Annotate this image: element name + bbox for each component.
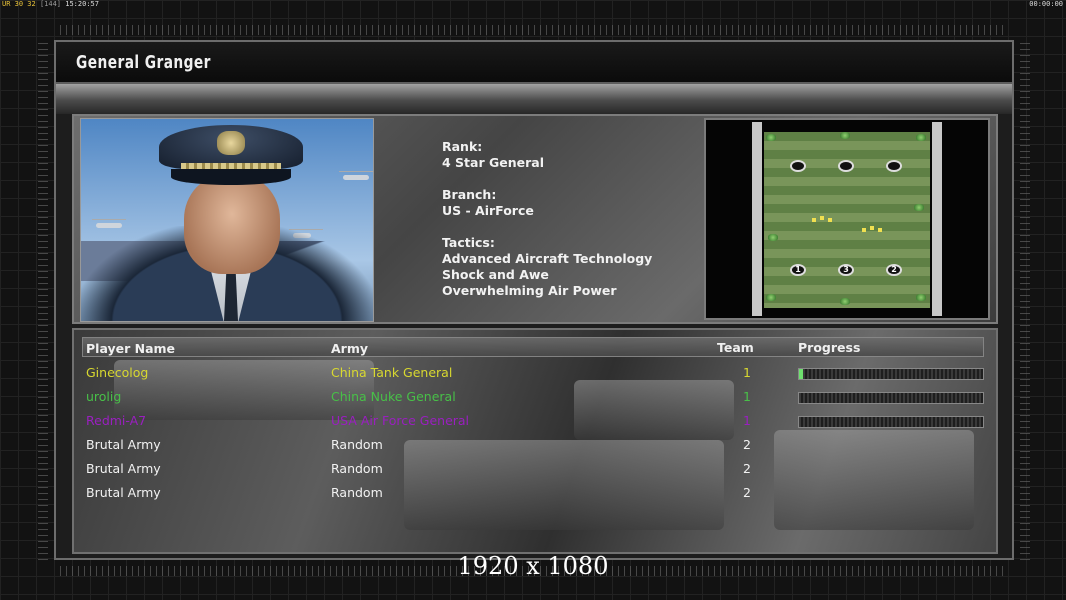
tree-icon (768, 234, 778, 241)
start-position-slot[interactable]: 3 (838, 264, 854, 276)
general-portrait (80, 118, 374, 322)
player-team: 2 (743, 485, 751, 500)
game-timer: 00:00:00 (1029, 0, 1063, 8)
loading-progress-bar (798, 392, 984, 404)
player-name: Brutal Army (86, 437, 161, 452)
player-army: China Tank General (331, 365, 453, 380)
fps-counter: UR 30 32 [144] 15:20:57 (2, 0, 99, 8)
player-team: 2 (743, 461, 751, 476)
tactic-item: Advanced Aircraft Technology (442, 251, 653, 266)
player-team: 1 (743, 413, 751, 428)
player-army: USA Air Force General (331, 413, 470, 428)
start-position-slot[interactable] (790, 160, 806, 172)
branch-label: Branch: (442, 187, 497, 202)
player-row: Ginecolog China Tank General 1 (0, 362, 1066, 384)
start-position-slot[interactable] (838, 160, 854, 172)
tree-icon (840, 298, 850, 305)
player-row: Brutal Army Random 2 (0, 482, 1066, 504)
tree-icon (914, 204, 924, 211)
supply-marker (870, 226, 874, 230)
loading-progress-bar (798, 416, 984, 428)
player-row: Brutal Army Random 2 (0, 434, 1066, 456)
start-position-slot[interactable]: 1 (790, 264, 806, 276)
player-army: China Nuke General (331, 389, 456, 404)
header-player-name: Player Name (86, 341, 176, 356)
rank-value: 4 Star General (442, 155, 544, 170)
general-name: General Granger (76, 52, 211, 73)
header-team: Team (717, 340, 754, 355)
top-ruler (60, 25, 1006, 35)
header-progress: Progress (798, 340, 861, 355)
helicopter-icon (339, 171, 373, 180)
tactics-label: Tactics: (442, 235, 495, 250)
status-overlay: UR 30 32 [144] 15:20:57 00:00:00 (0, 0, 1066, 10)
player-team: 1 (743, 365, 751, 380)
player-army: Random (331, 437, 383, 452)
minimap: 1 3 2 (752, 122, 942, 316)
header-army: Army (331, 341, 369, 356)
player-name: Ginecolog (86, 365, 149, 380)
tree-icon (766, 134, 776, 141)
rank-label: Rank: (442, 139, 483, 154)
progress-fill (799, 369, 803, 379)
player-name: Brutal Army (86, 461, 161, 476)
player-army: Random (331, 461, 383, 476)
player-row: Redmi-A7 USA Air Force General 1 (0, 410, 1066, 432)
tactic-item: Shock and Awe (442, 267, 549, 282)
resolution-watermark: 1920 x 1080 (457, 552, 609, 580)
player-team: 2 (743, 437, 751, 452)
supply-marker (812, 218, 816, 222)
general-details: Rank: 4 Star General Branch: US - AirFor… (442, 139, 652, 299)
officer-cap (151, 125, 311, 191)
tree-icon (916, 134, 926, 141)
supply-marker (820, 216, 824, 220)
branch-value: US - AirForce (442, 203, 534, 218)
decorative-band (56, 84, 1012, 114)
player-row: urolig China Nuke General 1 (0, 386, 1066, 408)
player-row: Brutal Army Random 2 (0, 458, 1066, 480)
supply-marker (862, 228, 866, 232)
tree-icon (766, 294, 776, 301)
player-team: 1 (743, 389, 751, 404)
loading-progress-bar (798, 368, 984, 380)
player-name: Brutal Army (86, 485, 161, 500)
map-terrain: 1 3 2 (764, 132, 930, 308)
start-position-slot[interactable]: 2 (886, 264, 902, 276)
player-name: urolig (86, 389, 122, 404)
title-bar: General Granger (56, 42, 1012, 84)
supply-marker (878, 228, 882, 232)
player-army: Random (331, 485, 383, 500)
tree-icon (840, 132, 850, 139)
tactic-item: Overwhelming Air Power (442, 283, 617, 298)
supply-marker (828, 218, 832, 222)
player-name: Redmi-A7 (86, 413, 147, 428)
eagle-badge-icon (217, 131, 245, 155)
start-position-slot[interactable] (886, 160, 902, 172)
clock: 15:20:57 (65, 0, 99, 8)
tree-icon (916, 294, 926, 301)
